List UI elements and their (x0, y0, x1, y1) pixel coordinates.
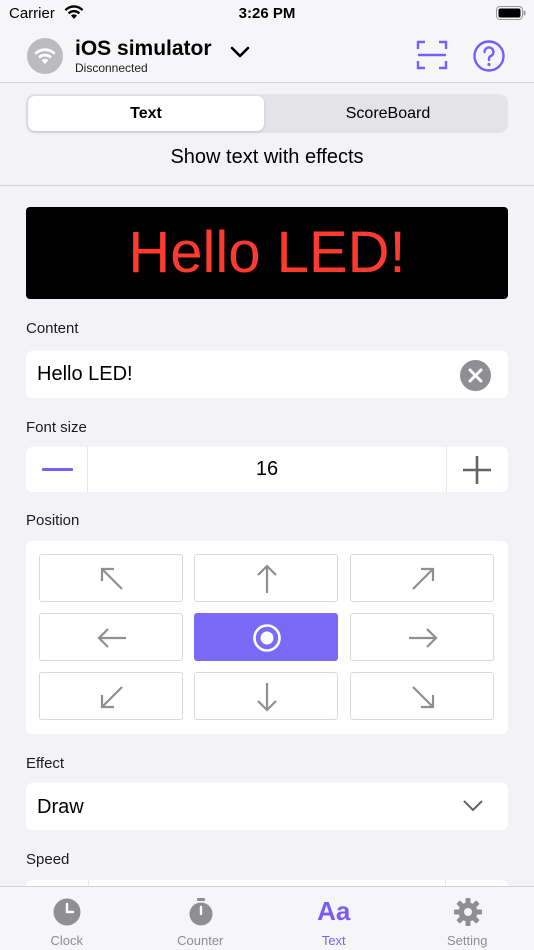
chevron-down-icon (462, 799, 484, 818)
help-icon[interactable] (472, 39, 506, 78)
position-bottom-right[interactable] (350, 672, 494, 720)
clock-icon (53, 898, 81, 926)
position-center[interactable] (194, 613, 338, 661)
font-size-stepper: 16 (26, 447, 508, 492)
led-preview: Hello LED! (26, 207, 508, 299)
content-input-value[interactable]: Hello LED! (37, 363, 133, 386)
tab-counter[interactable]: Counter (134, 887, 268, 950)
tab-setting-label: Setting (447, 933, 488, 948)
position-top-left[interactable] (39, 554, 183, 602)
tab-text[interactable]: Aa Text (267, 887, 401, 950)
arrow-left-icon (97, 628, 126, 648)
divider (0, 185, 534, 186)
position-right[interactable] (350, 613, 494, 661)
effect-select[interactable]: Draw (26, 783, 508, 830)
position-bottom[interactable] (194, 672, 338, 720)
arrow-right-icon (409, 628, 438, 648)
plus-icon (463, 456, 491, 484)
position-left[interactable] (39, 613, 183, 661)
tab-text-label: Text (321, 933, 346, 948)
device-name[interactable]: iOS simulator (75, 37, 212, 61)
stopwatch-icon (189, 898, 212, 926)
clock-time: 3:26 PM (238, 5, 296, 22)
segment-scoreboard[interactable]: ScoreBoard (270, 96, 506, 131)
scan-icon[interactable] (416, 40, 448, 75)
tab-counter-label: Counter (177, 933, 224, 948)
target-icon (253, 624, 281, 652)
text-aa-icon: Aa (317, 896, 351, 926)
arrow-up-right-icon (412, 567, 435, 590)
increase-button[interactable] (446, 447, 508, 492)
arrow-up-left-icon (100, 567, 123, 590)
chevron-down-icon[interactable] (229, 45, 251, 64)
connection-status: Disconnected (75, 61, 148, 75)
clear-icon[interactable] (460, 360, 491, 391)
position-label: Position (26, 512, 80, 529)
position-grid (26, 541, 508, 734)
wifi-icon[interactable] (27, 38, 63, 74)
gear-icon (453, 898, 482, 926)
content-input[interactable]: Hello LED! (26, 351, 508, 398)
tab-bar: Clock Counter Aa Text Setting (0, 886, 534, 950)
position-top[interactable] (194, 554, 338, 602)
font-size-value: 16 (255, 458, 279, 480)
effect-label: Effect (26, 755, 65, 772)
page-subtitle: Show text with effects (170, 146, 364, 168)
content-label: Content (26, 320, 79, 337)
effect-value: Draw (37, 796, 84, 818)
led-preview-text: Hello LED! (128, 220, 406, 285)
status-bar: Carrier 3:26 PM (0, 0, 534, 28)
speed-label: Speed (26, 851, 70, 868)
mode-segmented-control: Text ScoreBoard (26, 94, 508, 133)
position-top-right[interactable] (350, 554, 494, 602)
minus-icon (42, 468, 73, 471)
decrease-button[interactable] (26, 447, 88, 492)
arrow-down-icon (257, 683, 277, 712)
segment-text[interactable]: Text (28, 96, 264, 131)
arrow-down-left-icon (100, 686, 123, 709)
arrow-up-icon (257, 564, 277, 593)
arrow-down-right-icon (412, 686, 435, 709)
tab-clock[interactable]: Clock (0, 887, 134, 950)
nav-bar: iOS simulator Disconnected (0, 28, 534, 83)
tab-clock-label: Clock (50, 933, 83, 948)
battery-icon (496, 6, 526, 25)
font-size-label: Font size (26, 419, 87, 436)
position-bottom-left[interactable] (39, 672, 183, 720)
tab-setting[interactable]: Setting (401, 887, 534, 950)
